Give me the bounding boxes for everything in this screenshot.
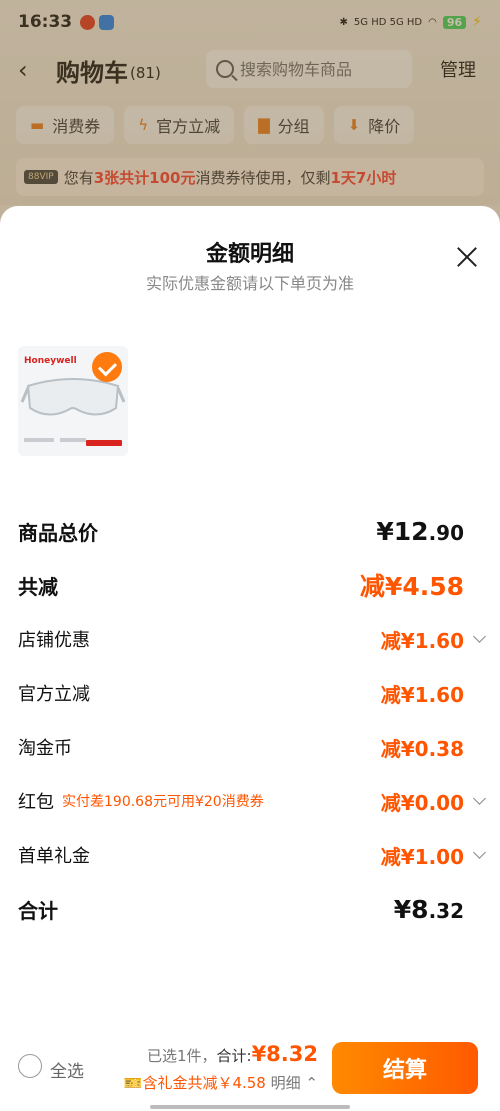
row-first-order-gift[interactable]: 首单礼金 减¥1.00: [0, 828, 500, 882]
red-packet-note: 实付差190.68元可用¥20消费券: [62, 794, 264, 810]
row-value: 减¥1.60: [380, 628, 464, 653]
row-label: 共减: [18, 574, 58, 599]
value-main: ¥12: [376, 516, 429, 546]
selection-summary: 已选1件，合计:¥8.32: [147, 1042, 318, 1066]
value-decimal: .32: [428, 898, 464, 923]
row-grand-total: 合计 ¥8.32: [0, 882, 500, 936]
selected-count: 已选1件，: [146, 1047, 217, 1065]
product-thumbnail[interactable]: Honeywell: [18, 346, 128, 456]
row-label: 商品总价: [18, 520, 98, 545]
total-amount: ¥8.32: [251, 1042, 318, 1066]
gift-text: 含礼金共减￥4.58: [142, 1074, 266, 1092]
total-label: 合计:: [216, 1047, 252, 1065]
chevron-down-icon[interactable]: [473, 846, 486, 859]
row-value: 减¥0.38: [380, 736, 464, 761]
row-label: 官方立减: [18, 684, 90, 705]
value-main: ¥8: [393, 894, 429, 924]
row-label: 店铺优惠: [18, 630, 90, 651]
row-value: ¥12.90: [376, 517, 464, 546]
chevron-down-icon[interactable]: [473, 792, 486, 805]
select-all-radio[interactable]: [18, 1054, 42, 1078]
row-value: 减¥4.58: [359, 572, 464, 601]
select-all-label[interactable]: 全选: [50, 1057, 84, 1082]
gift-icon: 🎫: [123, 1074, 143, 1092]
row-label: 红包: [18, 792, 54, 813]
row-value: ¥8.32: [394, 895, 464, 924]
amount-detail-sheet: 金额明细 实际优惠金额请以下单页为准 Honeywell 商品总价 ¥12.90…: [0, 206, 500, 1111]
row-value: 减¥0.00: [380, 790, 464, 815]
detail-label: 明细: [270, 1074, 301, 1092]
row-goods-total: 商品总价 ¥12.90: [0, 504, 500, 558]
detail-toggle[interactable]: 明细 ⌃: [271, 1074, 318, 1092]
row-total-discount: 共减 减¥4.58: [0, 558, 500, 612]
sheet-subtitle: 实际优惠金额请以下单页为准: [145, 274, 354, 293]
row-official-discount: 官方立减 减¥1.60: [0, 666, 500, 720]
amount-rows: 商品总价 ¥12.90 共减 减¥4.58 店铺优惠 减¥1.60 官方立减 减…: [0, 504, 500, 936]
selected-check-icon: [92, 352, 122, 382]
row-label: 淘金币: [18, 738, 72, 759]
row-red-packet[interactable]: 红包 实付差190.68元可用¥20消费券 减¥0.00: [0, 774, 500, 828]
checkout-button[interactable]: 结算: [332, 1042, 478, 1094]
row-label: 合计: [18, 898, 58, 923]
chevron-up-icon: ⌃: [305, 1074, 318, 1092]
product-tag: [86, 440, 122, 446]
home-indicator: [150, 1105, 350, 1109]
close-icon[interactable]: [456, 246, 478, 268]
row-label: 首单礼金: [18, 846, 90, 867]
sheet-title: 金额明细: [205, 242, 294, 267]
row-taojinbi: 淘金币 减¥0.38: [0, 720, 500, 774]
row-shop-discount[interactable]: 店铺优惠 减¥1.60: [0, 612, 500, 666]
row-value: 减¥1.60: [380, 682, 464, 707]
gift-summary[interactable]: 🎫含礼金共减￥4.58 明细 ⌃: [124, 1072, 318, 1093]
row-value: 减¥1.00: [380, 844, 464, 869]
chevron-down-icon[interactable]: [473, 630, 486, 643]
checkout-bar: 全选 已选1件，合计:¥8.32 🎫含礼金共减￥4.58 明细 ⌃ 结算: [0, 1030, 500, 1111]
value-decimal: .90: [428, 520, 464, 545]
